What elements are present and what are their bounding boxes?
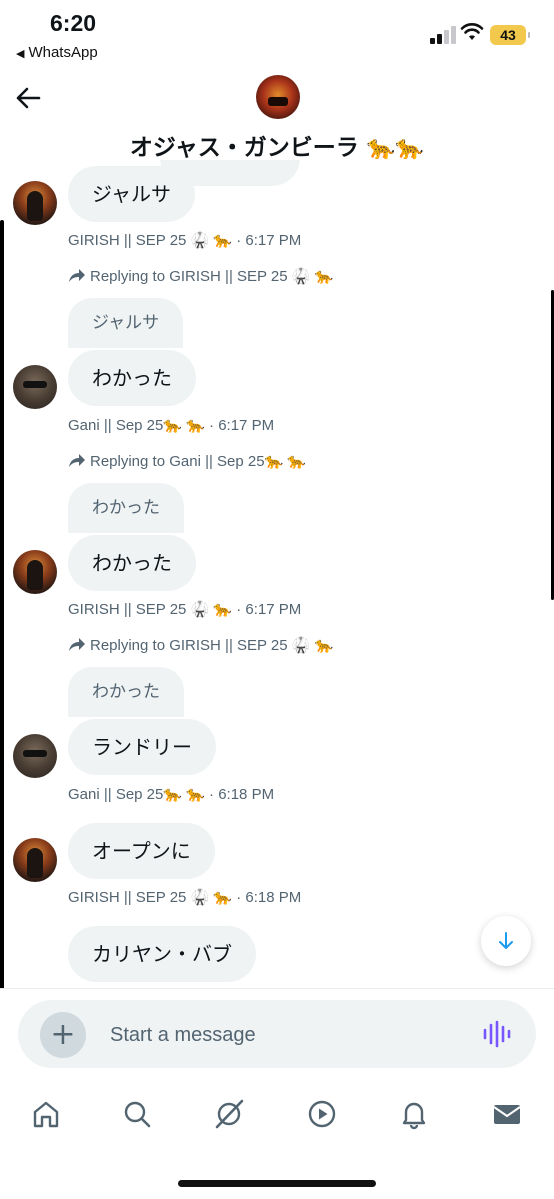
reply-label: Replying to GIRISH || SEP 25 🥋 🐆 (90, 637, 334, 654)
reply-arrow-icon (69, 269, 85, 282)
back-app-label: WhatsApp (28, 44, 98, 61)
message-bubble[interactable]: ジャルサ (68, 166, 195, 222)
scroll-edge-left (0, 220, 4, 988)
reply-arrow-icon (69, 638, 85, 651)
quoted-message[interactable]: ジャルサ (68, 298, 184, 348)
nav-grok[interactable] (211, 1094, 247, 1134)
back-to-app-link[interactable]: ◀ WhatsApp (16, 44, 98, 61)
message-meta: Gani || Sep 25🐆 🐆 · 6:17 PM (68, 417, 275, 434)
message-bubble[interactable]: カリヤン・バブ (68, 926, 256, 982)
notifications-icon (402, 1102, 426, 1130)
reply-indicator: Replying to Gani || Sep 25🐆 🐆 (68, 452, 306, 470)
message-composer[interactable]: + (18, 1000, 536, 1068)
group-avatar[interactable] (256, 75, 300, 119)
scroll-to-bottom-button[interactable] (481, 916, 531, 966)
message-meta: GIRISH || SEP 25 🥋 🐆 · 6:18 PM (68, 889, 302, 906)
signal-icon (430, 24, 456, 44)
nav-notifications[interactable] (396, 1094, 432, 1134)
message-meta: GIRISH || SEP 25 🥋 🐆 · 6:17 PM (68, 601, 302, 618)
back-triangle-icon: ◀ (16, 48, 25, 60)
home-indicator[interactable] (178, 1180, 376, 1187)
voice-wave-icon[interactable] (482, 1020, 512, 1048)
reply-indicator: Replying to GIRISH || SEP 25 🥋 🐆 (68, 636, 333, 654)
status-time: 6:20 (50, 10, 97, 36)
composer-divider (0, 988, 554, 989)
reply-label: Replying to GIRISH || SEP 25 🥋 🐆 (90, 268, 334, 285)
chat-thread[interactable]: ジャルサ GIRISH || SEP 25 🥋 🐆 · 6:17 PM Repl… (0, 160, 554, 988)
wifi-icon (460, 23, 484, 40)
messages-icon (493, 1105, 521, 1124)
home-icon (33, 1101, 59, 1128)
bottom-nav (0, 1094, 554, 1140)
plus-icon: + (50, 1017, 76, 1052)
add-attachment-button[interactable]: + (40, 1012, 86, 1058)
avatar-girish[interactable] (13, 181, 57, 225)
grok-icon (215, 1099, 244, 1129)
message-bubble[interactable]: ランドリー (68, 719, 216, 775)
reply-indicator: Replying to GIRISH || SEP 25 🥋 🐆 (68, 267, 333, 285)
avatar-girish[interactable] (13, 838, 57, 882)
quoted-message[interactable]: わかった (68, 667, 184, 717)
message-bubble[interactable]: オープンに (68, 823, 215, 879)
avatar-gani[interactable] (13, 734, 57, 778)
group-title[interactable]: オジャス・ガンビーラ 🐆🐆 (0, 128, 554, 162)
message-meta: GIRISH || SEP 25 🥋 🐆 · 6:17 PM (68, 232, 302, 249)
message-bubble[interactable]: わかった (68, 535, 196, 591)
nav-home[interactable] (28, 1094, 64, 1134)
message-bubble[interactable]: わかった (68, 350, 196, 406)
video-icon (308, 1100, 336, 1128)
nav-search[interactable] (119, 1094, 155, 1134)
avatar-girish[interactable] (13, 550, 57, 594)
reply-label: Replying to Gani || Sep 25🐆 🐆 (90, 453, 307, 470)
back-arrow-icon[interactable] (14, 84, 42, 112)
message-input[interactable] (110, 1020, 450, 1050)
arrow-down-icon (499, 932, 513, 949)
message-meta: Gani || Sep 25🐆 🐆 · 6:18 PM (68, 786, 275, 803)
nav-video[interactable] (304, 1094, 340, 1134)
reply-arrow-icon (69, 454, 85, 467)
nav-messages[interactable] (489, 1094, 525, 1134)
quoted-message[interactable]: わかった (68, 483, 184, 533)
search-icon (124, 1101, 151, 1128)
battery-icon: 43 (490, 25, 530, 45)
avatar-gani[interactable] (13, 365, 57, 409)
